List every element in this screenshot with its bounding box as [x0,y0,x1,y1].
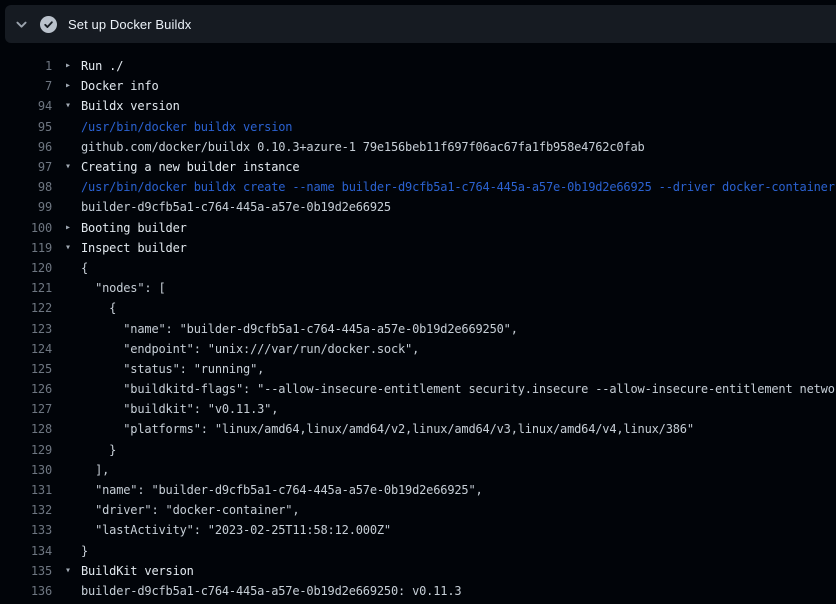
line-number[interactable]: 97 [0,160,52,174]
log-line: 97 ▾ Creating a new builder instance [0,157,836,177]
log-line: 135 ▾ BuildKit version [0,561,836,581]
line-number[interactable]: 133 [0,523,52,537]
line-number[interactable]: 96 [0,140,52,154]
log-text: "platforms": "linux/amd64,linux/amd64/v2… [81,422,694,436]
log-line: 120 { [0,258,836,278]
log-text: } [81,443,116,457]
log-text: "buildkit": "v0.11.3", [81,402,278,416]
line-number[interactable]: 100 [0,221,52,235]
log-line: 125 "status": "running", [0,359,836,379]
log-text: "buildkitd-flags": "--allow-insecure-ent… [81,382,836,396]
step-collapse-button[interactable] [10,5,32,43]
log-line: 96 github.com/docker/buildx 0.10.3+azure… [0,137,836,157]
log-text: "nodes": [ [81,281,166,295]
log-line: 134 } [0,541,836,561]
log-text: "status": "running", [81,362,264,376]
log-text: } [81,544,88,558]
collapse-group-icon[interactable]: ▾ [65,566,81,576]
log-line: 132 "driver": "docker-container", [0,500,836,520]
log-text: github.com/docker/buildx 0.10.3+azure-1 … [81,140,645,154]
collapse-group-icon[interactable]: ▾ [65,162,81,172]
log-line: 94 ▾ Buildx version [0,96,836,116]
log-group-title[interactable]: Booting builder [81,221,187,235]
line-number[interactable]: 132 [0,503,52,517]
line-number[interactable]: 124 [0,342,52,356]
log-line: 119 ▾ Inspect builder [0,238,836,258]
log-line: 121 "nodes": [ [0,278,836,298]
expand-group-icon[interactable]: ▸ [65,61,81,71]
line-number[interactable]: 130 [0,463,52,477]
log-text: "name": "builder-d9cfb5a1-c764-445a-a57e… [81,322,518,336]
line-number[interactable]: 122 [0,301,52,315]
log-line: 123 "name": "builder-d9cfb5a1-c764-445a-… [0,318,836,338]
log-line: 130 ], [0,460,836,480]
collapse-group-icon[interactable]: ▾ [65,101,81,111]
log-line: 1 ▸ Run ./ [0,56,836,76]
log-text: { [81,301,116,315]
line-number[interactable]: 95 [0,120,52,134]
check-circle-icon [40,16,57,33]
line-number[interactable]: 94 [0,99,52,113]
log-line: 128 "platforms": "linux/amd64,linux/amd6… [0,419,836,439]
log-line: 129 } [0,440,836,460]
line-number[interactable]: 127 [0,402,52,416]
line-number[interactable]: 119 [0,241,52,255]
line-number[interactable]: 129 [0,443,52,457]
log-line: 127 "buildkit": "v0.11.3", [0,399,836,419]
step-title: Set up Docker Buildx [68,17,191,32]
log-group-title[interactable]: Creating a new builder instance [81,160,299,174]
line-number[interactable]: 123 [0,322,52,336]
line-number[interactable]: 120 [0,261,52,275]
log-group-title[interactable]: Run ./ [81,59,123,73]
log-line: 133 "lastActivity": "2023-02-25T11:58:12… [0,520,836,540]
log-line: 100 ▸ Booting builder [0,218,836,238]
line-number[interactable]: 134 [0,544,52,558]
log-text: /usr/bin/docker buildx create --name bui… [81,180,835,194]
log-lines: 1 ▸ Run ./ 7 ▸ Docker info 94 ▾ Buildx v… [0,43,836,601]
log-text: "lastActivity": "2023-02-25T11:58:12.000… [81,523,391,537]
log-group-title[interactable]: BuildKit version [81,564,194,578]
chevron-down-icon [15,18,28,31]
line-number[interactable]: 128 [0,422,52,436]
line-number[interactable]: 99 [0,200,52,214]
log-text: ], [81,463,109,477]
log-line: 124 "endpoint": "unix:///var/run/docker.… [0,339,836,359]
log-line: 99 builder-d9cfb5a1-c764-445a-a57e-0b19d… [0,197,836,217]
log-text: builder-d9cfb5a1-c764-445a-a57e-0b19d2e6… [81,200,391,214]
log-line: 126 "buildkitd-flags": "--allow-insecure… [0,379,836,399]
log-line: 98 /usr/bin/docker buildx create --name … [0,177,836,197]
log-group-title[interactable]: Inspect builder [81,241,187,255]
log-group-title[interactable]: Docker info [81,79,159,93]
log-line: 122 { [0,298,836,318]
line-number[interactable]: 7 [0,79,52,93]
log-line: 131 "name": "builder-d9cfb5a1-c764-445a-… [0,480,836,500]
line-number[interactable]: 135 [0,564,52,578]
log-text: { [81,261,88,275]
expand-group-icon[interactable]: ▸ [65,223,81,233]
line-number[interactable]: 1 [0,59,52,73]
line-number[interactable]: 98 [0,180,52,194]
log-group-title[interactable]: Buildx version [81,99,180,113]
log-line: 95 /usr/bin/docker buildx version [0,117,836,137]
log-text: "driver": "docker-container", [81,503,299,517]
step-header[interactable]: Set up Docker Buildx [5,5,836,43]
log-text: "endpoint": "unix:///var/run/docker.sock… [81,342,419,356]
line-number[interactable]: 131 [0,483,52,497]
log-text: "name": "builder-d9cfb5a1-c764-445a-a57e… [81,483,483,497]
log-line: 136 builder-d9cfb5a1-c764-445a-a57e-0b19… [0,581,836,601]
log-text: /usr/bin/docker buildx version [81,120,292,134]
collapse-group-icon[interactable]: ▾ [65,243,81,253]
expand-group-icon[interactable]: ▸ [65,81,81,91]
line-number[interactable]: 121 [0,281,52,295]
line-number[interactable]: 126 [0,382,52,396]
log-line: 7 ▸ Docker info [0,76,836,96]
line-number[interactable]: 125 [0,362,52,376]
line-number[interactable]: 136 [0,584,52,598]
log-text: builder-d9cfb5a1-c764-445a-a57e-0b19d2e6… [81,584,461,598]
